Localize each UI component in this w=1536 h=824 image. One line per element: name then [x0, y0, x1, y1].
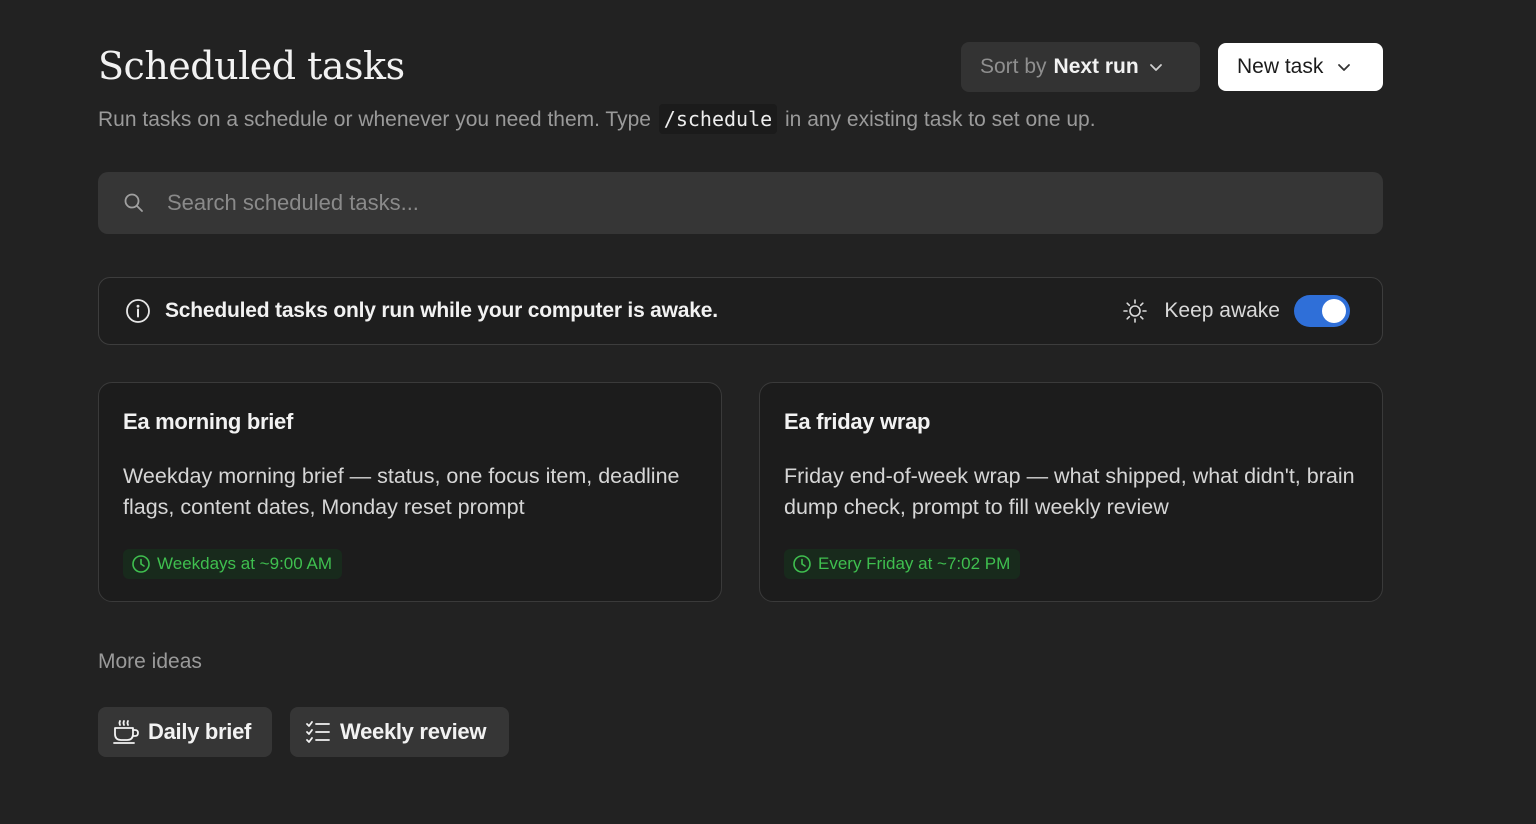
more-ideas-heading: More ideas	[98, 650, 202, 673]
sort-prefix-label: Sort by	[980, 55, 1047, 78]
sort-value-label: Next run	[1053, 55, 1139, 78]
awake-notice-banner: Scheduled tasks only run while your comp…	[98, 277, 1383, 345]
task-schedule-badge: Every Friday at ~7:02 PM	[784, 549, 1021, 579]
task-card[interactable]: Ea morning brief Weekday morning brief —…	[98, 382, 722, 602]
toggle-knob	[1322, 299, 1346, 323]
new-task-label: New task	[1237, 55, 1324, 78]
chevron-down-icon	[1149, 64, 1162, 71]
idea-daily-brief-button[interactable]: Daily brief	[98, 707, 272, 757]
task-card[interactable]: Ea friday wrap Friday end-of-week wrap —…	[759, 382, 1383, 602]
task-schedule-text: Every Friday at ~7:02 PM	[818, 554, 1011, 573]
task-description: Weekday morning brief — status, one focu…	[123, 464, 680, 519]
keep-awake-control: Keep awake	[1122, 278, 1350, 344]
scheduled-tasks-page: Scheduled tasks Run tasks on a schedule …	[0, 0, 1536, 824]
idea-weekly-review-button[interactable]: Weekly review	[290, 707, 509, 757]
coffee-cup-icon	[112, 719, 140, 745]
task-title: Ea friday wrap	[784, 409, 931, 434]
keep-awake-toggle[interactable]	[1294, 295, 1350, 327]
checklist-icon	[304, 719, 332, 745]
search-icon	[124, 193, 143, 212]
task-schedule-text: Weekdays at ~9:00 AM	[157, 554, 332, 573]
keep-awake-label: Keep awake	[1164, 299, 1280, 322]
sun-icon	[1123, 299, 1148, 323]
page-subtitle: Run tasks on a schedule or whenever you …	[98, 104, 1096, 135]
new-task-button[interactable]: New task	[1218, 43, 1383, 91]
chevron-down-icon	[1338, 64, 1351, 71]
clock-icon	[132, 555, 150, 573]
search-bar	[98, 172, 1383, 234]
page-title: Scheduled tasks	[98, 44, 405, 88]
awake-notice-text: Scheduled tasks only run while your comp…	[165, 299, 718, 322]
idea-label: Daily brief	[148, 719, 252, 744]
subtitle-text-after: in any existing task to set one up.	[785, 108, 1096, 131]
clock-icon	[793, 555, 811, 573]
task-description: Friday end-of-week wrap — what shipped, …	[784, 464, 1355, 519]
search-input[interactable]	[165, 189, 1269, 217]
schedule-command-code: /schedule	[658, 104, 778, 134]
idea-label: Weekly review	[340, 719, 487, 744]
subtitle-text-before: Run tasks on a schedule or whenever you …	[98, 108, 651, 131]
task-schedule-badge: Weekdays at ~9:00 AM	[123, 549, 342, 579]
info-icon	[126, 299, 150, 323]
task-title: Ea morning brief	[123, 409, 293, 434]
sort-dropdown-button[interactable]: Sort by Next run	[961, 42, 1200, 92]
